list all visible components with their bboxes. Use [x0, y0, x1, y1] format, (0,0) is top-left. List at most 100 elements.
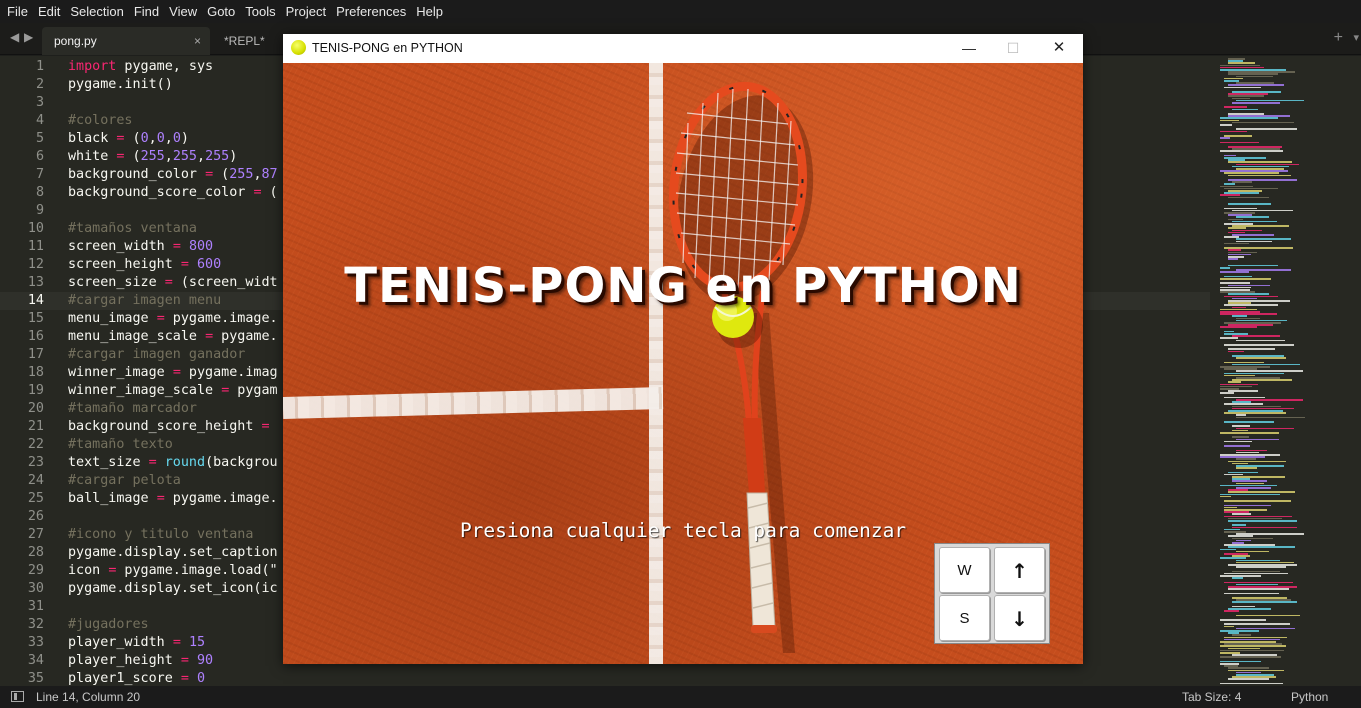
code-text: background_color = (255,87	[68, 167, 278, 182]
line-number: 11	[27, 239, 44, 254]
minimap-line	[1220, 392, 1235, 394]
line-number: 29	[27, 563, 44, 578]
minimap-line	[1220, 271, 1249, 273]
line-number: 6	[35, 149, 44, 164]
game-titlebar[interactable]: TENIS-PONG en PYTHON — ☐ ✕	[283, 34, 1083, 63]
code-text: #jugadores	[68, 617, 149, 632]
code-text: menu_image_scale = pygame.	[68, 329, 278, 344]
minimap-line	[1228, 350, 1244, 353]
game-window-title: TENIS-PONG en PYTHON	[312, 41, 463, 55]
code-text: #icono y titulo ventana	[68, 527, 254, 542]
line-number: 2	[35, 77, 44, 92]
line-number: 18	[27, 365, 44, 380]
code-line[interactable]: 35 player1_score = 0	[0, 670, 1210, 686]
minimap-line	[1220, 130, 1247, 133]
minimap[interactable]	[1210, 56, 1361, 686]
maximize-button[interactable]: ☐	[1002, 38, 1024, 58]
minimap-line	[1232, 379, 1293, 381]
minimap-line	[1224, 610, 1240, 612]
menu-help[interactable]: Help	[411, 0, 448, 23]
line-number: 15	[27, 311, 44, 326]
line-number: 9	[35, 203, 44, 218]
status-tab-size[interactable]: Tab Size: 4	[1182, 690, 1241, 704]
code-text: screen_width = 800	[68, 239, 214, 254]
game-window[interactable]: TENIS-PONG en PYTHON — ☐ ✕ TENIS-PONG en…	[283, 34, 1083, 664]
line-number: 5	[35, 131, 44, 146]
minimap-line	[1224, 242, 1249, 245]
menu-view[interactable]: View	[164, 0, 202, 23]
menu-file[interactable]: File	[2, 0, 33, 23]
code-text: player_height = 90	[68, 653, 214, 668]
status-bar: Line 14, Column 20 Tab Size: 4 Python	[0, 686, 1361, 708]
menu-goto[interactable]: Goto	[202, 0, 240, 23]
line-number: 1	[35, 59, 44, 74]
minimap-line	[1228, 588, 1289, 590]
minimap-line	[1224, 625, 1235, 628]
line-number: 21	[27, 419, 44, 434]
menu-edit[interactable]: Edit	[33, 0, 65, 23]
minimap-line	[1224, 500, 1291, 502]
minimap-line	[1220, 267, 1231, 269]
minimize-button[interactable]: —	[958, 38, 980, 58]
minimap-line	[1220, 141, 1259, 144]
minimap-line	[1232, 577, 1244, 579]
minimap-line	[1232, 102, 1281, 104]
line-number: 31	[27, 599, 44, 614]
tab-overflow-icon[interactable]: ▾	[1353, 31, 1359, 44]
menu-preferences[interactable]: Preferences	[331, 0, 411, 23]
chevron-left-icon[interactable]: ◀	[10, 30, 19, 44]
minimap-line	[1220, 137, 1231, 139]
code-text: pygame.init()	[68, 77, 173, 92]
menu-tools[interactable]: Tools	[240, 0, 280, 23]
status-cursor-position[interactable]: Line 14, Column 20	[36, 690, 140, 704]
tennis-ball-icon	[291, 40, 306, 55]
game-heading: TENIS-PONG en PYTHON	[344, 258, 1022, 314]
minimap-line	[1228, 678, 1269, 680]
code-text: pygame.display.set_caption	[68, 545, 278, 560]
line-number: 32	[27, 617, 44, 632]
menu-selection[interactable]: Selection	[65, 0, 128, 23]
code-text: #tamaño texto	[68, 437, 173, 452]
minimap-line	[1236, 339, 1286, 342]
status-language[interactable]: Python	[1291, 690, 1328, 704]
controls-panel: W ↑ S ↓	[934, 543, 1050, 644]
line-number: 28	[27, 545, 44, 560]
line-number: 23	[27, 455, 44, 470]
minimap-line	[1224, 592, 1280, 595]
line-number: 20	[27, 401, 44, 416]
line-number: 19	[27, 383, 44, 398]
line-number: 30	[27, 581, 44, 596]
minimap-line	[1228, 203, 1272, 205]
code-text: screen_size = (screen_widt	[68, 275, 278, 290]
minimap-line	[1220, 495, 1231, 498]
menu-project[interactable]: Project	[281, 0, 331, 23]
minimap-line	[1220, 313, 1278, 315]
code-text: #tamaños ventana	[68, 221, 197, 236]
code-text: background_score_color = (	[68, 185, 278, 200]
line-number: 17	[27, 347, 44, 362]
code-text: pygame.display.set_icon(ic	[68, 581, 278, 596]
close-button[interactable]: ✕	[1048, 38, 1070, 58]
tab-label: pong.py	[54, 34, 97, 48]
minimap-line	[1220, 619, 1266, 621]
minimap-line	[1232, 335, 1281, 337]
menu-find[interactable]: Find	[129, 0, 164, 23]
game-canvas[interactable]: TENIS-PONG en PYTHON Presiona cualquier …	[283, 63, 1083, 664]
chevron-right-icon[interactable]: ▶	[24, 30, 33, 44]
code-text: #cargar pelota	[68, 473, 181, 488]
code-text: ball_image = pygame.image.	[68, 491, 278, 506]
line-number: 25	[27, 491, 44, 506]
minimap-line	[1224, 440, 1252, 443]
line-number: 26	[27, 509, 44, 524]
panel-toggle-icon[interactable]	[11, 691, 24, 702]
code-text: menu_image = pygame.image.	[68, 311, 278, 326]
new-tab-button[interactable]: +	[1334, 29, 1343, 47]
minimap-line	[1220, 326, 1257, 328]
tab-pong-py[interactable]: pong.py ×	[42, 27, 210, 55]
arrow-down-icon: ↓	[994, 595, 1045, 641]
minimap-line	[1220, 150, 1283, 152]
close-icon[interactable]: ×	[194, 27, 201, 55]
line-number: 13	[27, 275, 44, 290]
minimap-line	[1232, 526, 1297, 529]
key-w: W	[939, 547, 990, 593]
